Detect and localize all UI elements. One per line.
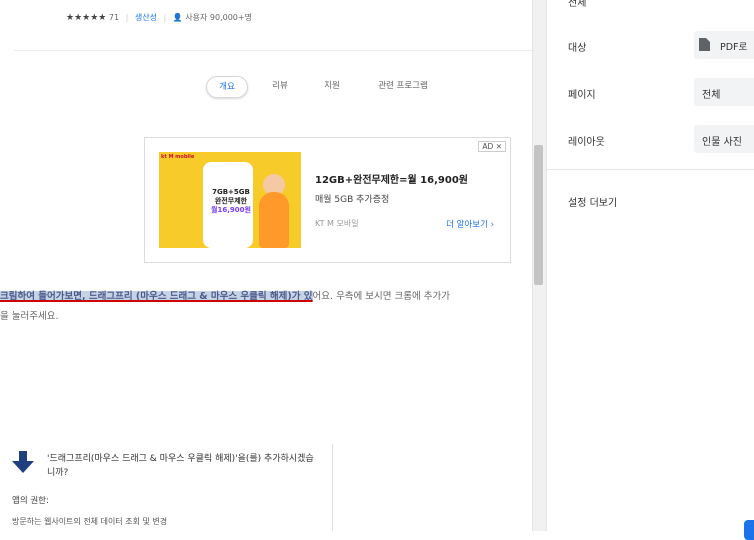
download-arrow-icon — [12, 451, 34, 473]
tab-support[interactable]: 지원 — [314, 76, 350, 96]
ad-more-link[interactable]: 더 알아보기 › — [446, 218, 494, 230]
scrollbar-thumb[interactable] — [534, 145, 543, 285]
user-count: 사용자 90,000+명 — [185, 13, 252, 22]
person-illustration — [259, 192, 289, 248]
ad-image-text: 7GB+5GB 완전무제한 월16,900원 — [203, 188, 259, 215]
divider-line — [14, 50, 532, 51]
rating-count[interactable]: 71 — [109, 13, 119, 22]
panel-top-label: 전체 — [568, 0, 587, 9]
permissions-label: 앱의 권한: — [12, 496, 49, 506]
tab-related[interactable]: 관련 프로그램 — [368, 76, 438, 96]
pages-label: 페이지 — [568, 90, 596, 101]
ad-subtitle: 매월 5GB 추가증정 — [315, 195, 390, 205]
more-settings-toggle[interactable]: 설정 더보기 — [568, 194, 617, 209]
destination-value[interactable]: PDF로 — [720, 39, 747, 53]
article-line-1: 크림하여 들어가보면, 드래그프리 (마우스 드래그 & 마우스 우클릭 해제)… — [0, 287, 532, 307]
article-line-2: 을 눌러주세요. — [0, 311, 59, 322]
ad-brand: KT M 모바일 — [315, 219, 359, 228]
extension-page: ★★★★★ 71 | 생산성 | 👤 사용자 90,000+명 개요 리뷰 지원… — [0, 0, 532, 531]
ad-image-line1: 7GB+5GB — [212, 188, 250, 196]
destination-label: 대상 — [568, 43, 587, 54]
article-text: 크림하여 들어가보면, 드래그프리 (마우스 드래그 & 마우스 우클릭 해제)… — [0, 287, 532, 327]
print-settings-panel: 전체 대상 PDF로 페이지 전체 레이아웃 인물 사진 설정 더보기 — [546, 0, 754, 540]
layout-value[interactable]: 인물 사진 — [702, 133, 742, 148]
dialog-title: '드래그프리(마우스 드래그 & 마우스 우클릭 해제)'을(를) 추가하시겠습… — [47, 454, 314, 478]
divider: | — [125, 13, 129, 22]
panel-divider — [547, 169, 754, 170]
permission-item: 방문하는 웹사이트의 전체 데이터 조회 및 변경 — [12, 517, 168, 526]
rating-row: ★★★★★ 71 | 생산성 | 👤 사용자 90,000+명 — [66, 12, 252, 23]
layout-label: 레이아웃 — [568, 137, 605, 148]
rating-stars: ★★★★★ — [66, 13, 107, 23]
ad-image-price: 월16,900원 — [211, 206, 251, 214]
selected-text: 크림하여 들어가보면, 드래그프리 (마우스 드래그 & 마우스 우클릭 해제)… — [0, 291, 313, 302]
article-line-1-rest: 어요. 우측에 보시면 크롬에 추가가 — [312, 291, 451, 302]
print-button[interactable] — [744, 520, 754, 540]
listing-tabs: 개요 리뷰 지원 관련 프로그램 — [0, 76, 532, 98]
ad-badge[interactable]: AD ✕ — [478, 141, 506, 152]
add-extension-dialog: '드래그프리(마우스 드래그 & 마우스 우클릭 해제)'을(를) 추가하시겠습… — [0, 444, 333, 531]
ad-image-brand: kt M mobile — [161, 154, 195, 160]
divider: | — [163, 13, 167, 22]
user-icon: 👤 — [172, 13, 183, 22]
pages-value[interactable]: 전체 — [702, 86, 720, 101]
ad-image[interactable]: kt M mobile 7GB+5GB 완전무제한 월16,900원 — [159, 152, 301, 248]
ad-title[interactable]: 12GB+완전무제한=월 16,900원 — [315, 171, 468, 186]
tab-overview[interactable]: 개요 — [206, 76, 248, 98]
document-icon — [699, 38, 710, 51]
ad-image-line2: 완전무제한 — [214, 197, 248, 205]
tab-reviews[interactable]: 리뷰 — [262, 76, 298, 96]
ad-card[interactable]: AD ✕ kt M mobile 7GB+5GB 완전무제한 월16,900원 … — [144, 137, 511, 263]
category-link[interactable]: 생산성 — [135, 13, 157, 22]
